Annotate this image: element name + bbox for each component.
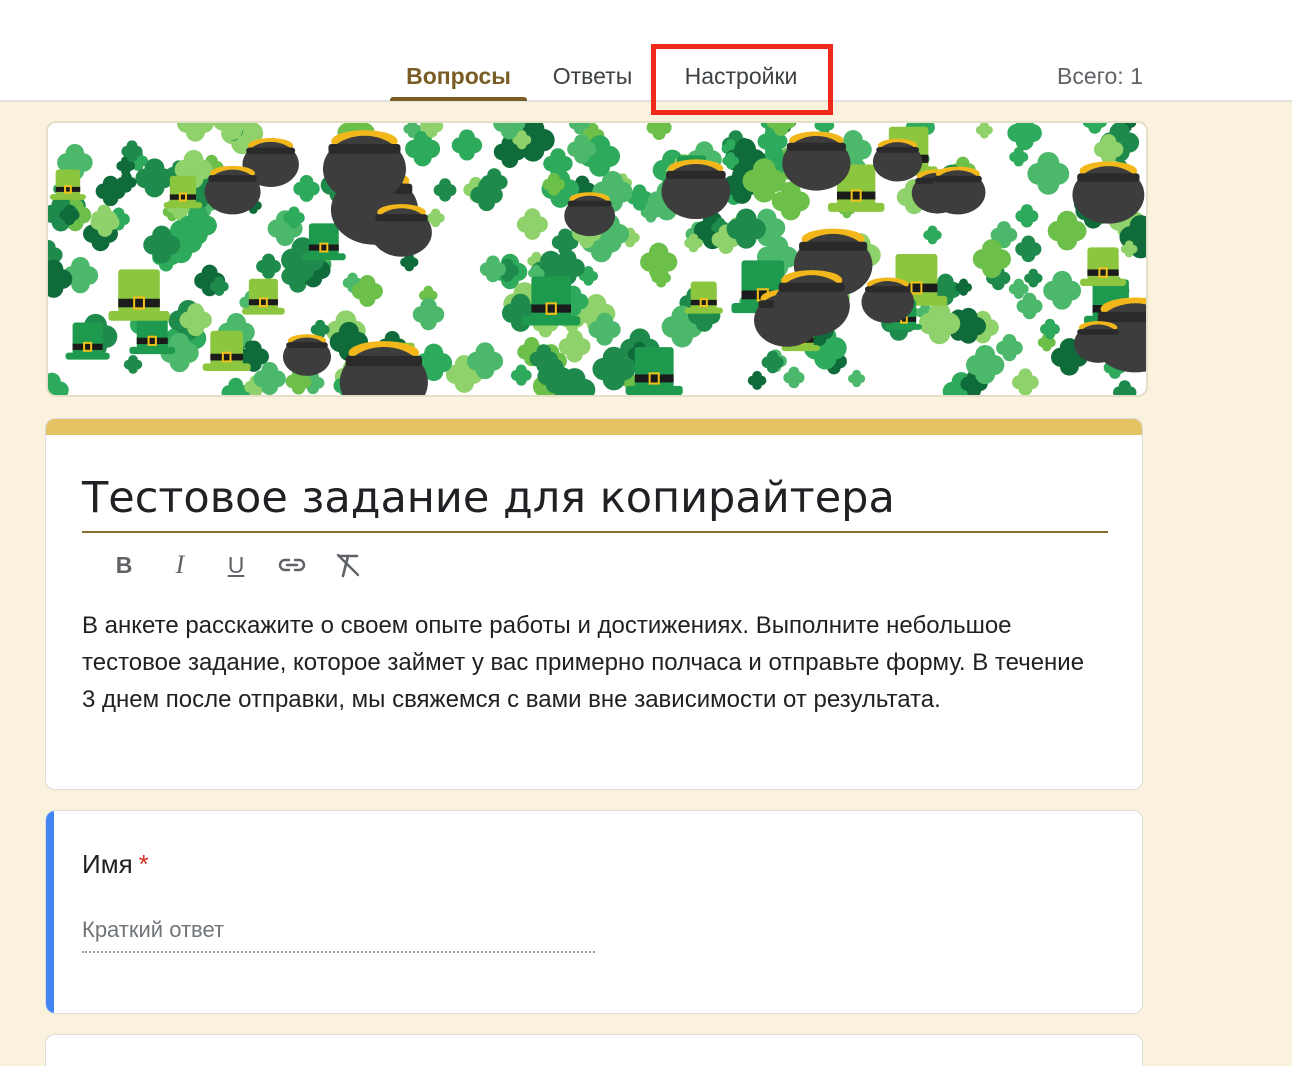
link-button[interactable] bbox=[264, 547, 320, 583]
header-image bbox=[46, 121, 1148, 397]
required-asterisk: * bbox=[138, 849, 149, 879]
form-description[interactable]: В анкете расскажите о своем опыте работы… bbox=[82, 607, 1102, 718]
question-focus-bar bbox=[46, 811, 54, 1013]
form-title-card: Тестовое задание для копирайтера B I U В… bbox=[45, 418, 1143, 790]
question-label: Имя bbox=[82, 849, 133, 879]
clear-format-button[interactable] bbox=[320, 547, 376, 583]
question-card[interactable]: Имя * Краткий ответ bbox=[45, 810, 1143, 1014]
tab-questions[interactable]: Вопросы bbox=[392, 58, 525, 94]
clear-format-icon bbox=[336, 553, 360, 578]
text-format-toolbar: B I U bbox=[96, 547, 376, 583]
question-title: Имя * bbox=[82, 849, 149, 880]
short-answer-field: Краткий ответ bbox=[82, 911, 595, 953]
link-icon bbox=[278, 558, 306, 572]
tab-responses[interactable]: Ответы bbox=[540, 58, 645, 94]
bold-button[interactable]: B bbox=[96, 547, 152, 583]
theme-color-strip bbox=[46, 419, 1142, 435]
form-title-input[interactable]: Тестовое задание для копирайтера bbox=[82, 463, 1108, 533]
total-points: Всего: 1 bbox=[1057, 63, 1143, 89]
active-tab-indicator bbox=[390, 97, 527, 101]
shamrock-pattern-image bbox=[48, 123, 1146, 395]
highlight-annotation-box bbox=[651, 44, 833, 115]
italic-button[interactable]: I bbox=[152, 547, 208, 583]
underline-button[interactable]: U bbox=[208, 547, 264, 583]
top-bar: Вопросы Ответы Настройки Всего: 1 bbox=[0, 0, 1292, 102]
next-question-card[interactable] bbox=[45, 1034, 1143, 1066]
